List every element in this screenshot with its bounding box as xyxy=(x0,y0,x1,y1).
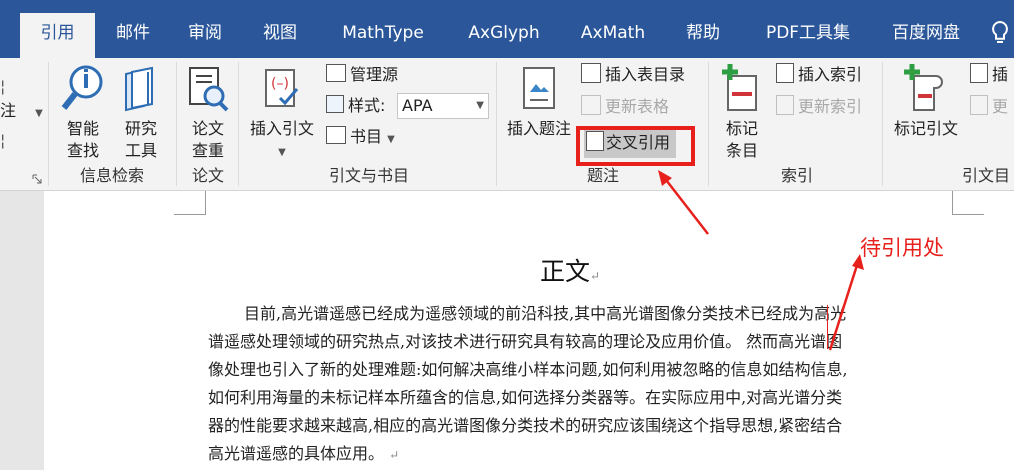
bibliography-icon xyxy=(326,126,346,144)
update-table-button[interactable]: 更新表格 xyxy=(581,94,669,120)
manage-sources-icon xyxy=(326,64,346,82)
dialog-launcher-icon[interactable] xyxy=(32,174,42,184)
mark-entry-button[interactable]: 标记 条目 xyxy=(714,64,770,160)
crop-mark xyxy=(952,191,953,215)
insert-citation-label: 插入引文 xyxy=(249,119,314,138)
tab-help[interactable]: 帮助 xyxy=(672,13,734,58)
crop-mark xyxy=(205,191,206,215)
insertion-cursor xyxy=(827,305,828,349)
style-label: 样式: xyxy=(326,93,385,119)
table-of-figures-icon xyxy=(581,63,601,83)
insert-caption-button[interactable]: 插入题注 xyxy=(500,64,578,160)
tab-baidu-netdisk[interactable]: 百度网盘 xyxy=(880,13,972,58)
group-separator xyxy=(238,62,239,186)
left-partial-glyph-2: ¦ xyxy=(0,131,6,150)
mark-citation-icon xyxy=(904,64,943,111)
researcher-label-2: 工具 xyxy=(124,141,157,160)
books-icon xyxy=(125,66,153,112)
paper-check-label-1: 论文 xyxy=(191,119,224,138)
tab-axmath[interactable]: AxMath xyxy=(568,13,658,58)
paragraph-mark: ↵ xyxy=(590,269,601,283)
style-dropdown[interactable]: APA ▼ xyxy=(397,93,489,119)
tab-review[interactable]: 审阅 xyxy=(175,13,235,58)
smart-lookup-label-1: 智能 xyxy=(66,119,99,138)
update-toa-icon xyxy=(970,95,988,115)
insert-table-of-figures-button[interactable]: 插入表目录 xyxy=(581,62,685,88)
group-separator xyxy=(708,62,709,186)
mark-citation-button[interactable]: 标记引文 xyxy=(886,64,966,160)
group-label-toa: 引文目 xyxy=(962,166,1011,185)
mark-entry-label-1: 标记 xyxy=(725,119,758,138)
mark-entry-label-2: 条目 xyxy=(725,141,758,160)
update-index-icon xyxy=(776,95,794,115)
crop-mark xyxy=(952,214,984,215)
tab-references[interactable]: 引用 xyxy=(20,13,95,58)
group-separator xyxy=(48,62,49,186)
tab-view[interactable]: 视图 xyxy=(250,13,310,58)
annotation-label: 待引用处 xyxy=(860,236,944,260)
paragraph-line[interactable]: 像处理也引入了新的处理难题:如何解决高维小样本问题,如何利用被忽略的信息如结构信… xyxy=(208,359,848,381)
researcher-button[interactable]: 研究 工具 xyxy=(114,64,168,160)
ribbon: 注 ▼ ¦ ¦ 智能 查找 研究 工具 信息检索 论文 查重 论文 (–) 插入… xyxy=(0,58,1014,191)
group-separator xyxy=(882,62,883,186)
lightbulb-icon[interactable] xyxy=(990,20,1010,46)
group-separator xyxy=(496,62,497,186)
manage-sources-label: 管理源 xyxy=(350,65,399,84)
paragraph-line[interactable]: 谱遥感处理领域的研究热点,对该技术进行研究具有较高的理论及应用价值。 然而高光谱… xyxy=(208,331,842,353)
left-partial-item[interactable]: 注 ▼ xyxy=(0,98,43,124)
tab-pdf-tools[interactable]: PDF工具集 xyxy=(752,13,864,58)
manage-sources-button[interactable]: 管理源 xyxy=(326,62,398,88)
insert-index-button[interactable]: 插入索引 xyxy=(776,62,862,88)
update-index-button[interactable]: 更新索引 xyxy=(776,94,862,120)
insert-citation-icon: (–) xyxy=(265,69,299,107)
mark-citation-label: 标记引文 xyxy=(893,119,958,138)
insert-toa-button-partial[interactable]: 插 xyxy=(970,62,1008,88)
paragraph-line-last[interactable]: 高光谱遥感的具体应用。 ↵ xyxy=(208,443,399,466)
style-dropdown-value: APA xyxy=(402,96,433,115)
tab-mailings[interactable]: 邮件 xyxy=(100,13,166,58)
chevron-down-icon: ▼ xyxy=(278,147,286,158)
bibliography-button[interactable]: 书目 ▼ xyxy=(326,124,395,150)
ribbon-tab-bar: 引用 邮件 审阅 视图 MathType AxGlyph AxMath 帮助 P… xyxy=(0,0,1014,58)
chevron-down-icon: ▼ xyxy=(387,134,395,145)
group-label-index: 索引 xyxy=(780,166,813,185)
update-table-icon xyxy=(581,95,601,115)
document-search-icon xyxy=(189,67,229,112)
paragraph-line[interactable]: 如何利用海量的未标记样本所蕴含的信息,如何选择分类器等。在实际应用中,对高光谱分… xyxy=(208,387,842,409)
left-partial-glyph-1: ¦ xyxy=(0,77,6,96)
chevron-down-icon: ▼ xyxy=(476,100,484,111)
insert-index-icon xyxy=(776,63,794,83)
insert-caption-label: 插入题注 xyxy=(506,119,571,138)
paragraph-line[interactable]: 目前,高光谱遥感已经成为遥感领域的前沿科技,其中高光谱图像分类技术已经成为高光 xyxy=(244,303,846,325)
paragraph-mark: ↵ xyxy=(389,448,400,462)
chevron-down-icon: ▼ xyxy=(35,108,43,119)
highlight-box xyxy=(576,126,695,166)
update-toa-button-partial[interactable]: 更 xyxy=(970,94,1008,120)
smart-lookup-label-2: 查找 xyxy=(66,141,99,160)
paragraph-line[interactable]: 器的性能要求越来越高,相应的高光谱图像分类技术的研究应该围绕这个指导思想,紧密结… xyxy=(208,415,842,437)
group-label-captions: 题注 xyxy=(586,166,619,185)
group-label-info-search: 信息检索 xyxy=(79,166,144,185)
crop-mark xyxy=(174,214,206,215)
insert-toa-icon xyxy=(970,63,988,83)
researcher-label-1: 研究 xyxy=(124,119,157,138)
group-separator xyxy=(176,62,177,186)
mark-entry-icon xyxy=(722,64,757,111)
insert-citation-button[interactable]: (–) 插入引文 ▼ xyxy=(244,64,320,160)
style-icon xyxy=(326,95,344,113)
smart-lookup-icon xyxy=(61,65,103,110)
svg-text:(–): (–) xyxy=(271,76,289,92)
group-label-paper: 论文 xyxy=(191,166,224,185)
paper-check-label-2: 查重 xyxy=(191,141,224,160)
insert-caption-icon xyxy=(523,67,555,109)
tab-axglyph[interactable]: AxGlyph xyxy=(455,13,553,58)
smart-lookup-button[interactable]: 智能 查找 xyxy=(54,64,112,160)
group-label-citations: 引文与书目 xyxy=(328,166,409,185)
paper-check-button[interactable]: 论文 查重 xyxy=(182,64,234,160)
document-heading[interactable]: 正文↵ xyxy=(540,252,600,288)
tab-mathtype[interactable]: MathType xyxy=(328,13,438,58)
